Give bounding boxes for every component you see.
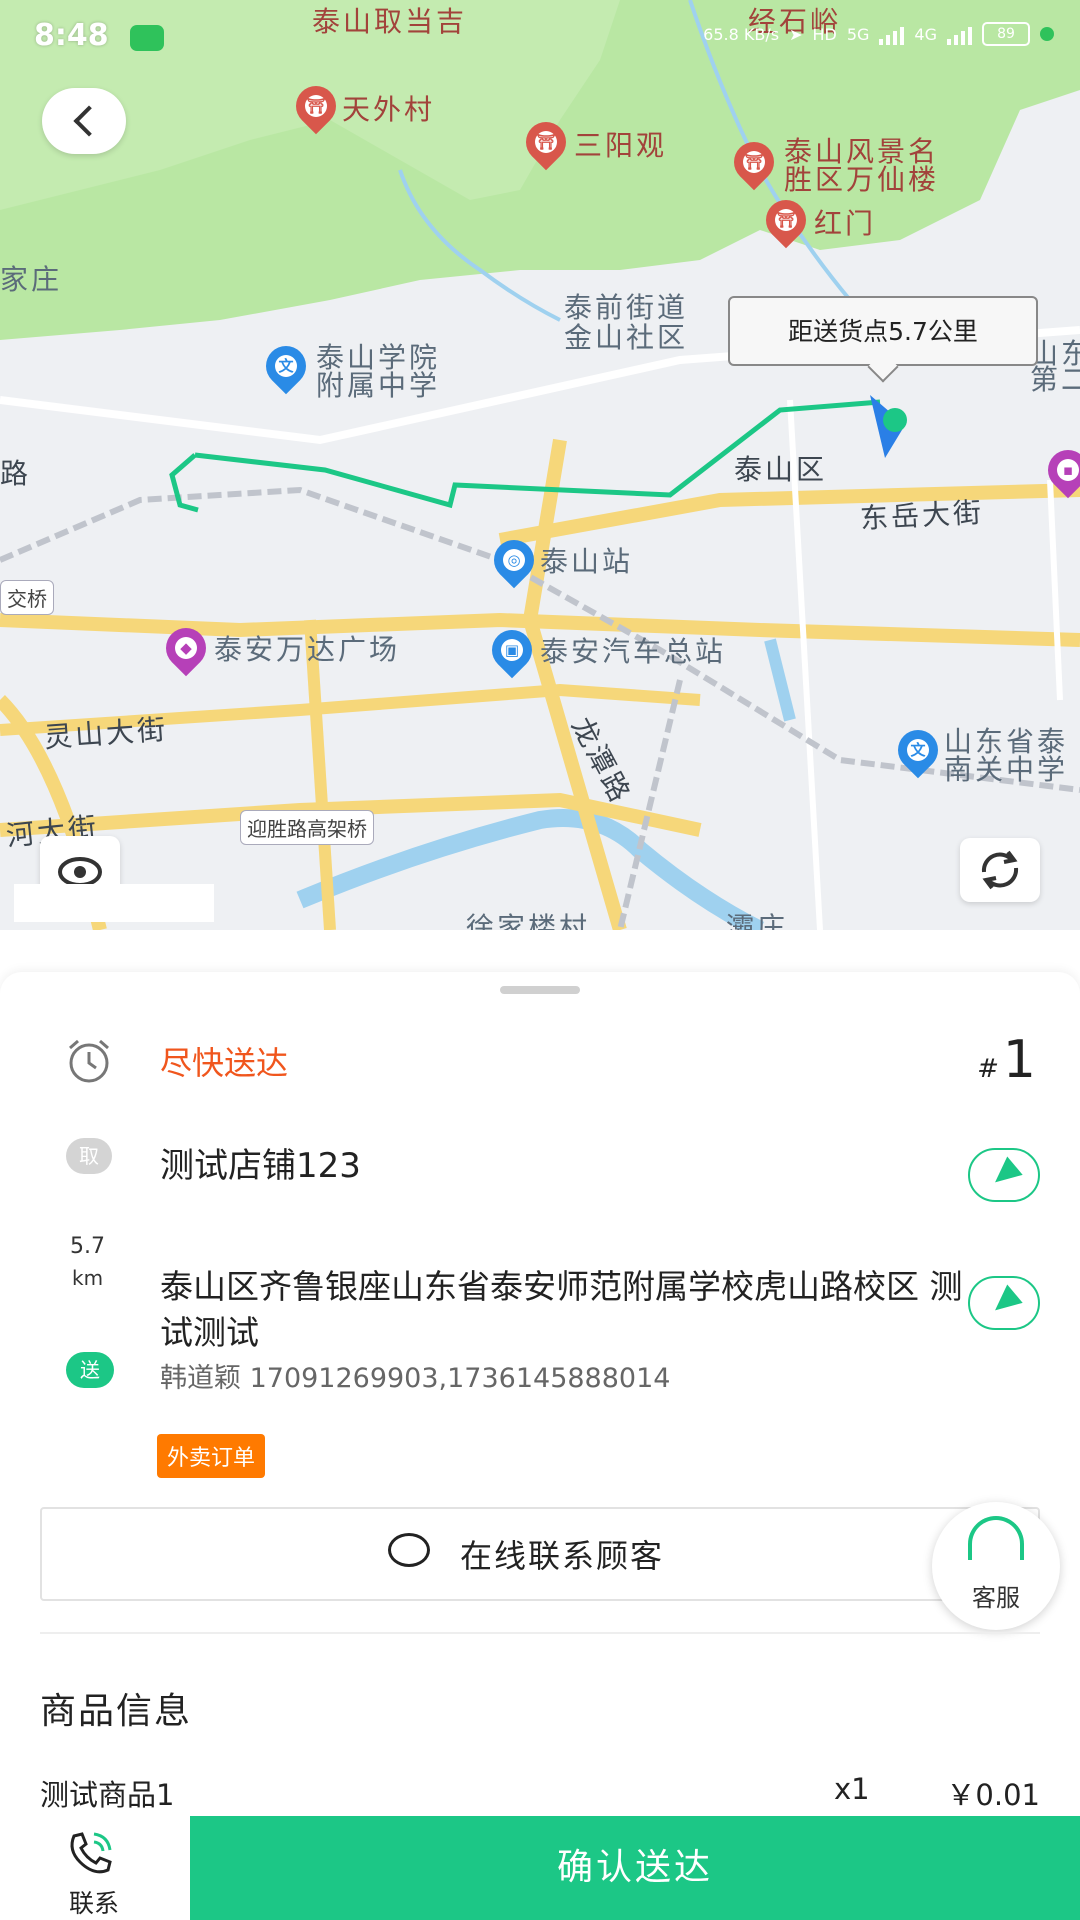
map-view[interactable]: 泰山取当吉 经石峪 ⛩ 天外村 ⛩ 三阳观 ⛩ 泰山风景名 胜区万仙楼 ⛩ 红门… [0,0,1080,930]
alarm-clock-icon [69,1039,109,1083]
contact-label: 联系 [68,1889,119,1918]
map-label: 第二 [1030,363,1080,396]
map-label: 路 [0,457,32,490]
chat-icon [388,1533,430,1567]
deliver-badge: 送 [66,1352,114,1388]
privacy-dot-icon [1040,27,1054,41]
distance-bubble: 距送货点5.7公里 [728,296,1038,366]
phone-icon [70,1832,112,1874]
goods-item-price: ￥0.01 [946,1778,1040,1812]
divider [40,1632,1040,1634]
distance-value: 5.7 [70,1234,105,1259]
order-hash: # [977,1054,999,1084]
order-number-value: 1 [1002,1030,1036,1090]
goods-section-title: 商品信息 [40,1691,193,1732]
distance-unit: km [72,1266,104,1290]
map-label: 三阳观 [574,129,668,162]
service-label: 客服 [972,1584,1020,1612]
map-label: 泰安万达广场 [214,633,401,666]
map-label: 南关中学 [944,753,1069,786]
map-label: 胜区万仙楼 [784,163,940,196]
store-name: 测试店铺123 [160,1146,361,1186]
drag-handle[interactable] [500,986,580,994]
navigate-customer-button[interactable] [968,1276,1040,1330]
back-button[interactable] [42,88,126,154]
net-speed: 65.8 KB/s [703,24,780,44]
net-5g-label: 5G [846,24,870,44]
chat-button-label: 在线联系顾客 [460,1537,665,1575]
action-bar: 联系 确认送达 [0,1816,1080,1920]
status-time: 8:48 [34,18,109,53]
battery-icon: 89 [982,22,1030,46]
status-bar: 8:48 65.8 KB/s ➤ HD 5G 4G 89 [0,0,1080,74]
location-arrow-icon: ➤ [789,24,803,44]
road-tag: 交桥 [0,580,54,615]
map-label: 金山社区 [564,321,689,354]
map-scale-bar [14,884,214,922]
contact-button[interactable]: 联系 [0,1816,188,1920]
map-label: 泰山区 [734,453,828,486]
delivery-address: 泰山区齐鲁银座山东省泰安师范附属学校虎山路校区 测试测试 [160,1267,963,1352]
map-label: 东岳大街 [859,495,985,536]
map-label: 泰安汽车总站 [540,635,727,668]
map-label: 天外村 [342,93,436,126]
confirm-delivery-button[interactable]: 确认送达 [190,1816,1080,1920]
map-label: 家庄 [0,263,63,296]
hd-badge: HD [812,24,837,44]
map-label: 泰山站 [540,545,634,578]
pickup-badge: 取 [66,1138,112,1174]
order-detail-sheet: 尽快送达 #1 取 测试店铺123 5.7 km 泰山区齐鲁银座山东省泰安师范附… [0,972,1080,1920]
customer-service-button[interactable]: 客服 [932,1502,1060,1630]
signal-icon [879,23,905,45]
refresh-button[interactable] [960,838,1040,902]
road-tag: 迎胜路高架桥 [240,810,374,845]
headset-icon [968,1516,1024,1560]
order-type-badge: 外卖订单 [157,1434,266,1478]
chat-customer-button[interactable]: 在线联系顾客 [40,1507,1040,1601]
customer-contact[interactable]: 韩道颖 17091269903,1736145888014 [160,1356,670,1395]
goods-item-name: 测试商品1 [40,1778,175,1812]
wechat-icon [130,25,164,51]
signal-icon [947,23,972,45]
delivery-urgency: 尽快送达 [160,1044,289,1082]
order-number: #1 [977,1030,1036,1090]
goods-item-qty: x1 [834,1772,870,1806]
map-label: 灞庄 [726,911,789,930]
map-label: 红门 [814,207,877,240]
map-label: 徐家楼村 [466,911,591,930]
refresh-icon [981,850,1019,890]
navigate-store-button[interactable] [968,1148,1040,1202]
net-4g-label: 4G [914,24,937,44]
map-label: 附属中学 [316,369,441,402]
